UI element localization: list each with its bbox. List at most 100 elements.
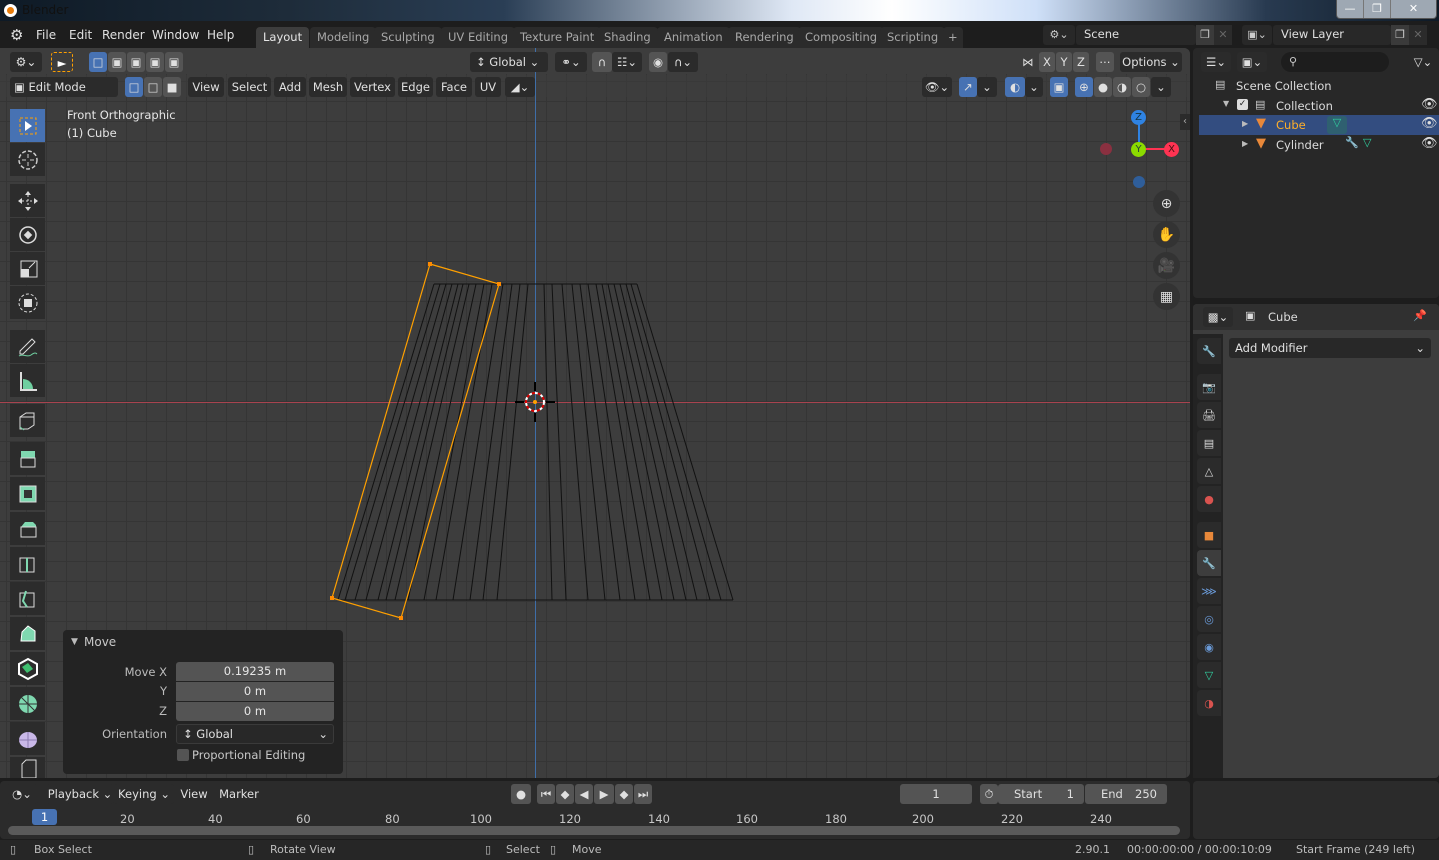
pan-hand-icon[interactable]: ✋ (1153, 221, 1180, 248)
tab-layout[interactable]: Layout (256, 27, 310, 48)
select-intersect-icon[interactable]: ▣ (165, 52, 183, 72)
mirror-icon[interactable]: ⋈ (1018, 52, 1038, 72)
move-x-field[interactable]: 0.19235 m (176, 662, 334, 681)
tab-physics-icon[interactable]: ◎ (1197, 606, 1221, 632)
menu-vertex[interactable]: Vertex (350, 77, 395, 97)
pin-icon[interactable]: 📌 (1413, 309, 1427, 322)
tool-rotate[interactable] (10, 218, 45, 251)
overlays-toggle-icon[interactable]: ◐ (1005, 77, 1025, 97)
new-view-layer-icon[interactable]: ❐ (1391, 25, 1409, 45)
editor-type-button[interactable]: ⚙⌄ (10, 52, 42, 72)
selectability-visibility-icon[interactable]: 👁⌄ (922, 77, 952, 97)
next-keyframe-button[interactable]: ◆ (615, 784, 633, 804)
start-frame-field[interactable]: Start 1 (998, 784, 1084, 804)
new-scene-icon[interactable]: ❐ (1196, 25, 1214, 45)
tool-bevel[interactable] (10, 512, 45, 545)
blender-menu-icon[interactable]: ⚙ (10, 26, 23, 44)
select-subtract-icon[interactable]: ▣ (127, 52, 145, 72)
overlays-dropdown-icon[interactable]: ⌄ (1025, 77, 1043, 97)
tab-view-layer-icon[interactable]: ▤ (1197, 430, 1221, 456)
tab-world-icon[interactable]: ● (1197, 486, 1221, 512)
menu-view[interactable]: View (188, 77, 224, 97)
tab-modeling[interactable]: Modeling (310, 27, 377, 48)
tool-smooth[interactable] (10, 687, 45, 720)
playhead-frame-indicator[interactable]: 1 (32, 809, 57, 825)
tool-add-cube[interactable] (10, 404, 45, 437)
vertex-select-mode-icon[interactable]: □ (125, 77, 143, 97)
tool-poly-build[interactable] (10, 617, 45, 650)
outliner-search-input[interactable]: ⚲ (1281, 52, 1389, 72)
tool-annotate[interactable] (10, 330, 45, 363)
mirror-y-toggle[interactable]: Y (1056, 52, 1072, 72)
menu-face[interactable]: Face (436, 77, 472, 97)
play-button[interactable]: ▶ (594, 784, 614, 804)
tool-cursor[interactable] (10, 143, 45, 176)
tab-rendering[interactable]: Rendering (728, 27, 801, 48)
tool-measure[interactable] (10, 364, 45, 397)
snap-target-dropdown[interactable]: ☷⌄ (612, 52, 642, 72)
current-frame-field[interactable]: 1 (900, 784, 972, 804)
gizmo-z-icon[interactable]: Z (1131, 110, 1146, 125)
outliner-scene-collection[interactable]: ▤ Scene Collection (1199, 76, 1439, 96)
sidebar-toggle-icon[interactable]: ‹ (1180, 114, 1190, 130)
tool-select-mode-icon[interactable]: ► (51, 52, 73, 72)
outliner-filter-icon[interactable]: ▽⌄ (1407, 52, 1439, 72)
close-button[interactable]: ✕ (1391, 0, 1436, 18)
collection-checkbox[interactable]: ✓ (1237, 99, 1248, 110)
xray-toggle-icon[interactable]: ▣ (1050, 77, 1068, 97)
orientation-dropdown[interactable]: ↕ Global ⌄ (470, 52, 548, 72)
move-z-field[interactable]: 0 m (176, 702, 334, 721)
gizmo-dropdown-icon[interactable]: ⌄ (977, 77, 997, 97)
menu-uv[interactable]: UV (475, 77, 501, 97)
gizmo-toggle-icon[interactable]: ↗ (959, 77, 977, 97)
menu-mesh[interactable]: Mesh (309, 77, 347, 97)
mesh-data-icon[interactable]: ▽ (1363, 136, 1371, 149)
visibility-eye-icon[interactable]: 👁 (1421, 116, 1438, 131)
timeline-view-menu[interactable]: View (178, 784, 210, 804)
tool-move[interactable] (10, 184, 45, 217)
record-button[interactable]: ● (511, 784, 531, 804)
view-layer-selector-icon[interactable]: ▣⌄ (1242, 25, 1272, 45)
tab-scripting[interactable]: Scripting (880, 27, 946, 48)
menu-render[interactable]: Render (102, 28, 145, 42)
jump-end-button[interactable]: ⏭ (634, 784, 652, 804)
menu-edge[interactable]: Edge (398, 77, 433, 97)
camera-view-icon[interactable]: 🎥 (1153, 252, 1180, 279)
tab-output-icon[interactable]: 🖨 (1197, 402, 1221, 428)
move-panel-title[interactable]: Move (84, 635, 116, 649)
menu-add[interactable]: Add (274, 77, 306, 97)
mirror-z-toggle[interactable]: Z (1073, 52, 1089, 72)
delete-view-layer-icon[interactable]: ✕ (1409, 25, 1427, 45)
tool-shrink-fatten[interactable] (10, 722, 45, 755)
menu-help[interactable]: Help (207, 28, 234, 42)
tool-scale[interactable] (10, 252, 45, 285)
tool-spin[interactable] (10, 652, 45, 685)
playback-menu[interactable]: Playback ⌄ (46, 784, 114, 804)
face-angle-dropdown[interactable]: ◢⌄ (505, 77, 535, 97)
face-select-mode-icon[interactable]: ■ (163, 77, 181, 97)
tab-compositing[interactable]: Compositing (798, 27, 885, 48)
tab-data-icon[interactable]: ▽ (1197, 662, 1221, 688)
expand-triangle-icon[interactable]: ▶ (1242, 139, 1248, 148)
tab-modifiers-icon[interactable]: 🔧 (1197, 550, 1221, 576)
tab-render-icon[interactable]: 📷 (1197, 374, 1221, 400)
move-y-field[interactable]: 0 m (176, 682, 334, 701)
menu-edit[interactable]: Edit (69, 28, 92, 42)
mirror-x-toggle[interactable]: X (1039, 52, 1055, 72)
rendered-shading-icon[interactable]: ○ (1132, 77, 1150, 97)
tool-transform[interactable] (10, 286, 45, 319)
jump-start-button[interactable]: ⏮ (537, 784, 555, 804)
auto-merge-icon[interactable]: ⋯ (1096, 52, 1114, 72)
tool-shear[interactable] (10, 757, 45, 778)
tool-inset[interactable] (10, 477, 45, 510)
tab-material-icon[interactable]: ◑ (1197, 690, 1221, 716)
tab-constraints-icon[interactable]: ◉ (1197, 634, 1221, 660)
options-dropdown[interactable]: Options ⌄ (1120, 52, 1182, 72)
snap-toggle-icon[interactable]: ∩ (592, 52, 612, 72)
zoom-icon[interactable]: ⊕ (1153, 190, 1180, 217)
outliner-filter-layer-icon[interactable]: ▣⌄ (1237, 52, 1267, 72)
collapse-triangle-icon[interactable]: ▼ (71, 637, 78, 647)
visibility-eye-icon[interactable]: 👁 (1421, 97, 1438, 112)
tab-particles-icon[interactable]: ⋙ (1197, 578, 1221, 604)
timeline-scrollbar[interactable] (8, 826, 1180, 835)
